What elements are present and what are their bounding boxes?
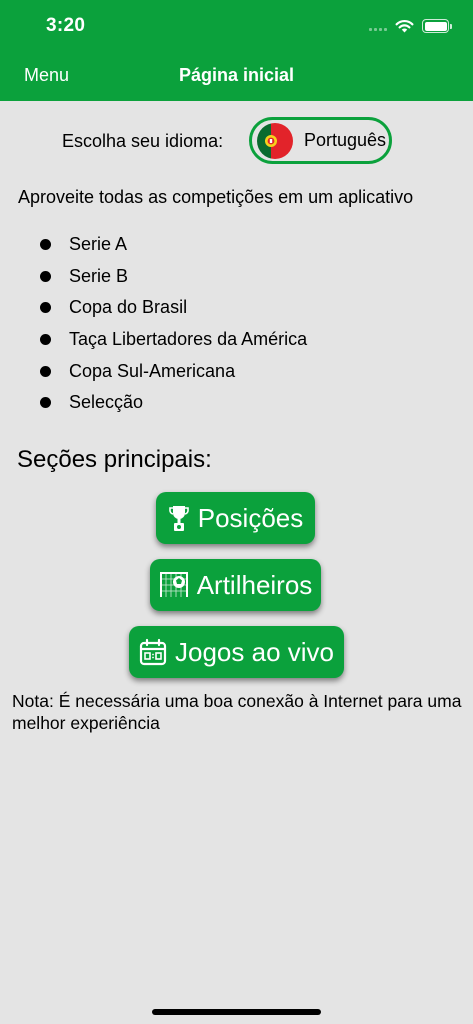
top-scorers-button[interactable]: Artilheiros — [150, 559, 321, 611]
bullet-icon — [40, 239, 51, 251]
bullet-icon — [40, 302, 51, 314]
bullet-icon — [40, 365, 51, 377]
bullet-icon — [40, 397, 51, 409]
language-prompt: Escolha seu idioma: — [62, 131, 224, 151]
bullet-icon — [40, 270, 51, 282]
list-item: Copa Sul-Americana — [40, 355, 307, 387]
language-selector-button[interactable]: Português — [249, 117, 392, 164]
intro-text: Aproveite todas as competições em um apl… — [18, 187, 414, 207]
list-item: Copa do Brasil — [40, 292, 307, 324]
sections-title: Seções principais: — [17, 446, 212, 473]
list-item: Taça Libertadores da América — [40, 324, 307, 356]
list-item: Serie A — [40, 229, 307, 261]
list-item: Serie B — [40, 261, 307, 293]
status-time: 3:20 — [46, 15, 86, 36]
calendar-icon — [139, 638, 167, 666]
trophy-icon — [168, 506, 189, 531]
standings-label: Posições — [197, 502, 304, 533]
standings-button[interactable]: Posições — [156, 492, 315, 544]
live-games-button[interactable]: Jogos ao vivo — [129, 626, 344, 678]
portugal-flag-icon — [257, 122, 293, 159]
connection-note: Nota: É necessária uma boa conexão à Int… — [12, 691, 462, 733]
language-selected-label: Português — [304, 130, 387, 150]
status-icons — [369, 16, 452, 36]
top-bar: 3:20 Menu Página inicial — [0, 0, 473, 101]
menu-button[interactable]: Menu — [24, 65, 69, 86]
page-title: Página inicial — [178, 65, 295, 85]
battery-icon — [422, 19, 452, 33]
top-scorers-label: Artilheiros — [196, 569, 313, 600]
list-item: Selecção — [40, 387, 307, 419]
live-games-label: Jogos ao vivo — [175, 636, 334, 667]
goal-net-icon — [159, 572, 188, 597]
signal-icon — [369, 21, 387, 31]
competition-list: Serie A Serie B Copa do Brasil Taça Libe… — [40, 229, 307, 419]
home-indicator[interactable] — [152, 1009, 321, 1015]
bullet-icon — [40, 334, 51, 346]
wifi-icon — [395, 20, 414, 33]
